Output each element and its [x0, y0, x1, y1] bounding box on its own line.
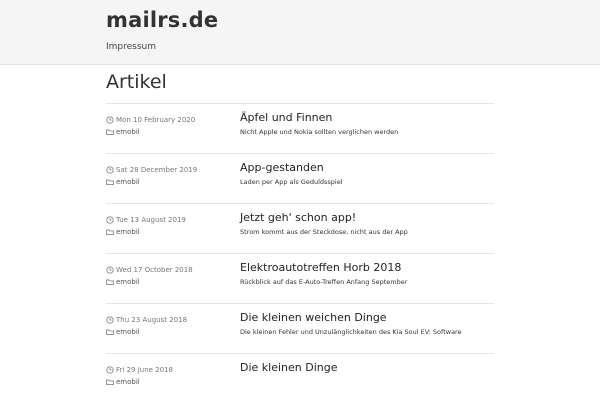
- clock-icon: [106, 366, 114, 374]
- article-category-link[interactable]: emobil: [116, 176, 140, 188]
- article-meta: Tue 13 August 2019 emobil: [106, 214, 231, 238]
- clock-icon: [106, 116, 114, 124]
- article-date: Wed 17 October 2018: [116, 266, 193, 274]
- article-item: Tue 13 August 2019 emobil Jetzt geh' schon…: [106, 203, 494, 253]
- article-date-row: Wed 17 October 2018: [106, 264, 231, 276]
- site-title-link[interactable]: mailrs.de: [106, 8, 218, 32]
- clock-icon: [106, 316, 114, 324]
- article-category-row: emobil: [106, 276, 231, 288]
- article-title-link[interactable]: Die kleinen weichen Dinge: [240, 310, 494, 326]
- article-summary: Strom kommt aus der Steckdose, nicht aus…: [240, 228, 408, 236]
- clock-icon: [106, 166, 114, 174]
- folder-icon: [106, 128, 114, 136]
- article-category-row: emobil: [106, 376, 231, 388]
- article-category-link[interactable]: emobil: [116, 126, 140, 138]
- article-date-row: Fri 29 June 2018: [106, 364, 231, 376]
- article-category-row: emobil: [106, 226, 231, 238]
- article-title-link[interactable]: Elektroautotreffen Horb 2018: [240, 260, 494, 276]
- article-title-link[interactable]: Äpfel und Finnen: [240, 110, 494, 126]
- article-date-row: Thu 23 August 2018: [106, 314, 231, 326]
- article-category-row: emobil: [106, 176, 231, 188]
- clock-icon: [106, 266, 114, 274]
- clock-icon: [106, 216, 114, 224]
- article-category-link[interactable]: emobil: [116, 376, 140, 388]
- page-title: Artikel: [106, 71, 167, 93]
- article-summary: Rückblick auf das E-Auto-Treffen Anfang …: [240, 278, 408, 286]
- article-date-row: Mon 10 February 2020: [106, 114, 231, 126]
- article-content: Die kleinen Dinge: [240, 360, 494, 377]
- article-item: Wed 17 October 2018 emobil Elektroautotref…: [106, 253, 494, 303]
- article-date: Thu 23 August 2018: [116, 316, 188, 324]
- article-list: Mon 10 February 2020 emobil Äpfel und Finn…: [106, 103, 494, 403]
- article-item: Fri 29 June 2018 emobil Die kleinen Dinge: [106, 353, 494, 403]
- article-content: Jetzt geh' schon app! Strom kommt aus der…: [240, 210, 494, 237]
- article-category-row: emobil: [106, 126, 231, 138]
- article-meta: Thu 23 August 2018 emobil: [106, 314, 231, 338]
- article-date-row: Tue 13 August 2019: [106, 214, 231, 226]
- article-date: Mon 10 February 2020: [116, 116, 196, 124]
- article-meta: Wed 17 October 2018 emobil: [106, 264, 231, 288]
- article-meta: Mon 10 February 2020 emobil: [106, 114, 231, 138]
- article-category-row: emobil: [106, 326, 231, 338]
- article-date: Sat 28 December 2019: [116, 166, 198, 174]
- article-content: Die kleinen weichen Dinge Die kleinen Feh…: [240, 310, 494, 337]
- article-summary: Die kleinen Fehler und Unzulänglichkeite…: [240, 328, 462, 336]
- article-summary: Laden per App als Geduldsspiel: [240, 178, 343, 186]
- article-content: App-gestanden Laden per App als Geduldssp…: [240, 160, 494, 187]
- article-meta: Fri 29 June 2018 emobil: [106, 364, 231, 388]
- article-content: Äpfel und Finnen Nicht Apple und Nokia so…: [240, 110, 494, 137]
- nav-link-impressum[interactable]: Impressum: [106, 42, 156, 52]
- article-date: Tue 13 August 2019: [116, 216, 186, 224]
- folder-icon: [106, 178, 114, 186]
- folder-icon: [106, 328, 114, 336]
- article-title-link[interactable]: Jetzt geh' schon app!: [240, 210, 494, 226]
- article-summary: Nicht Apple und Nokia sollten verglichen…: [240, 128, 399, 136]
- article-title-link[interactable]: App-gestanden: [240, 160, 494, 176]
- article-item: Mon 10 February 2020 emobil Äpfel und Finn…: [106, 103, 494, 153]
- article-item: Sat 28 December 2019 emobil App-gestanden L…: [106, 153, 494, 203]
- folder-icon: [106, 278, 114, 286]
- article-content: Elektroautotreffen Horb 2018 Rückblick au…: [240, 260, 494, 287]
- site-header: mailrs.de Impressum: [0, 0, 600, 65]
- folder-icon: [106, 228, 114, 236]
- article-category-link[interactable]: emobil: [116, 226, 140, 238]
- article-date: Fri 29 June 2018: [116, 366, 173, 374]
- folder-icon: [106, 378, 114, 386]
- article-title-link[interactable]: Die kleinen Dinge: [240, 360, 494, 376]
- article-category-link[interactable]: emobil: [116, 276, 140, 288]
- article-category-link[interactable]: emobil: [116, 326, 140, 338]
- article-meta: Sat 28 December 2019 emobil: [106, 164, 231, 188]
- article-date-row: Sat 28 December 2019: [106, 164, 231, 176]
- article-item: Thu 23 August 2018 emobil Die kleinen weic…: [106, 303, 494, 353]
